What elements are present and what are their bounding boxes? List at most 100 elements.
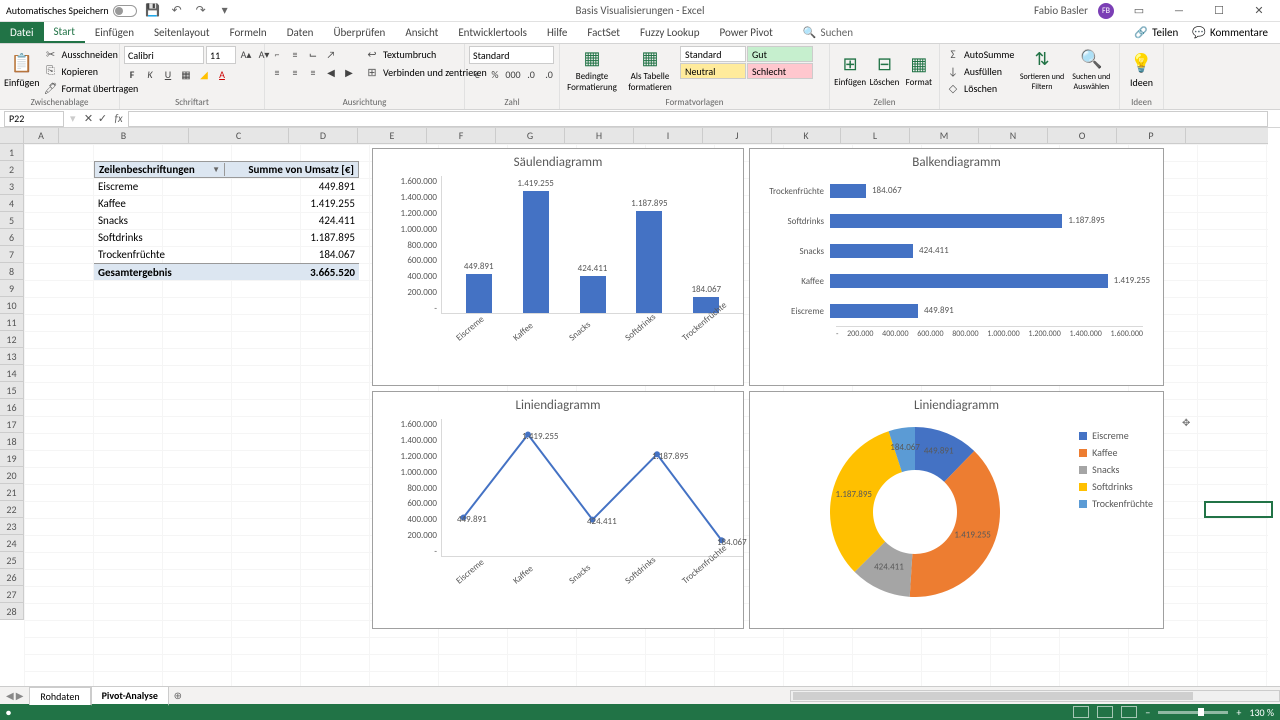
row-header[interactable]: 2	[0, 161, 23, 178]
col-header[interactable]: F	[427, 128, 496, 143]
col-header[interactable]: J	[703, 128, 772, 143]
row-header[interactable]: 21	[0, 484, 23, 501]
line-chart[interactable]: Liniendiagramm 1.600.0001.400.0001.200.0…	[372, 391, 744, 629]
tab-ansicht[interactable]: Ansicht	[395, 22, 448, 43]
font-size-select[interactable]: 11	[206, 46, 236, 64]
align-mid-icon[interactable]: ≡	[287, 46, 303, 62]
col-header[interactable]: G	[496, 128, 565, 143]
increase-font-icon[interactable]: A▴	[238, 46, 254, 62]
align-bot-icon[interactable]: ⌙	[305, 46, 321, 62]
col-header[interactable]: M	[910, 128, 979, 143]
row-header[interactable]: 16	[0, 399, 23, 416]
row-header[interactable]: 27	[0, 586, 23, 603]
ideas-button[interactable]: 💡Ideen	[1124, 46, 1159, 94]
tab-einfuegen[interactable]: Einfügen	[85, 22, 144, 43]
minimize-icon[interactable]: —	[1164, 2, 1194, 20]
select-all-button[interactable]	[0, 128, 24, 144]
cond-format-button[interactable]: ▦Bedingte Formatierung	[564, 46, 620, 94]
tab-powerpivot[interactable]: Power Pivot	[709, 22, 782, 43]
dec-decimal-icon[interactable]: .0	[541, 66, 557, 82]
tab-hilfe[interactable]: Hilfe	[537, 22, 577, 43]
number-format-select[interactable]: Standard	[469, 46, 554, 64]
row-header[interactable]: 9	[0, 280, 23, 297]
col-header[interactable]: E	[358, 128, 427, 143]
style-gut[interactable]: Gut	[747, 46, 813, 62]
share-button[interactable]: 🔗 Teilen	[1128, 24, 1184, 41]
row-header[interactable]: 14	[0, 365, 23, 382]
search-box[interactable]: 🔍 Suchen	[803, 26, 853, 39]
pivot-table[interactable]: Zeilenbeschriftungen▼ Summe von Umsatz […	[94, 161, 359, 280]
align-right-icon[interactable]: ≡	[305, 64, 321, 80]
table-format-button[interactable]: ▦Als Tabelle formatieren	[622, 46, 678, 94]
indent-dec-icon[interactable]: ◀	[323, 64, 339, 80]
paste-button[interactable]: 📋Einfügen	[4, 46, 40, 94]
user-avatar[interactable]: FB	[1098, 3, 1114, 19]
zoom-out-icon[interactable]: −	[1145, 706, 1150, 719]
column-chart[interactable]: Säulendiagramm 1.600.0001.400.0001.200.0…	[372, 148, 744, 386]
row-header[interactable]: 26	[0, 569, 23, 586]
tab-seitenlayout[interactable]: Seitenlayout	[144, 22, 220, 43]
zoom-slider[interactable]	[1158, 711, 1228, 714]
bar-chart[interactable]: Balkendiagramm Trockenfrüchte184.067Soft…	[749, 148, 1164, 386]
record-macro-icon[interactable]: ⏺	[6, 706, 11, 719]
insert-cells-button[interactable]: ⊞Einfügen	[834, 46, 866, 94]
tab-datei[interactable]: Datei	[0, 22, 44, 43]
zoom-level[interactable]: 130 %	[1249, 706, 1274, 719]
row-header[interactable]: 28	[0, 603, 23, 620]
tab-entwicklertools[interactable]: Entwicklertools	[448, 22, 537, 43]
col-header[interactable]: P	[1117, 128, 1186, 143]
col-header[interactable]: H	[565, 128, 634, 143]
format-cells-button[interactable]: ▦Format	[903, 46, 935, 94]
formula-input[interactable]	[128, 111, 1268, 127]
align-left-icon[interactable]: ≡	[269, 64, 285, 80]
donut-chart[interactable]: Liniendiagramm 449.8911.419.255424.4111.…	[749, 391, 1164, 629]
row-header[interactable]: 17	[0, 416, 23, 433]
undo-icon[interactable]: ↶	[169, 3, 185, 19]
enter-icon[interactable]: ✓	[96, 112, 110, 126]
save-icon[interactable]: 💾	[145, 3, 161, 19]
row-header[interactable]: 11	[0, 314, 23, 331]
sort-filter-button[interactable]: ⇅Sortieren und Filtern	[1018, 46, 1065, 94]
orientation-icon[interactable]: ↗	[323, 46, 339, 62]
tab-start[interactable]: Start	[44, 22, 85, 43]
col-header[interactable]: B	[59, 128, 189, 143]
view-break-icon[interactable]	[1121, 706, 1137, 718]
close-icon[interactable]: ✕	[1244, 2, 1274, 20]
col-header[interactable]: I	[634, 128, 703, 143]
row-header[interactable]: 18	[0, 433, 23, 450]
tab-daten[interactable]: Daten	[277, 22, 324, 43]
row-header[interactable]: 10	[0, 297, 23, 314]
row-header[interactable]: 3	[0, 178, 23, 195]
view-normal-icon[interactable]	[1073, 706, 1089, 718]
col-header[interactable]: K	[772, 128, 841, 143]
row-header[interactable]: 13	[0, 348, 23, 365]
tab-fuzzy[interactable]: Fuzzy Lookup	[630, 22, 710, 43]
find-select-button[interactable]: 🔍Suchen und Auswählen	[1068, 46, 1115, 94]
sheet-tab-rohdaten[interactable]: Rohdaten	[29, 687, 90, 705]
row-header[interactable]: 1	[0, 144, 23, 161]
row-header[interactable]: 20	[0, 467, 23, 484]
maximize-icon[interactable]: ☐	[1204, 2, 1234, 20]
worksheet-grid[interactable]: ABCDEFGHIJKLMNOP 12345678910111213141516…	[0, 128, 1280, 686]
sheet-tab-pivot[interactable]: Pivot-Analyse	[91, 686, 169, 706]
indent-inc-icon[interactable]: ▶	[341, 64, 357, 80]
horizontal-scroll[interactable]	[790, 690, 1280, 702]
percent-icon[interactable]: %	[487, 66, 503, 82]
border-icon[interactable]: ▦	[178, 66, 194, 82]
row-header[interactable]: 19	[0, 450, 23, 467]
ribbon-display-icon[interactable]: ▭	[1124, 2, 1154, 20]
col-header[interactable]: N	[979, 128, 1048, 143]
inc-decimal-icon[interactable]: .0	[523, 66, 539, 82]
row-header[interactable]: 23	[0, 518, 23, 535]
name-box[interactable]: P22	[4, 111, 64, 127]
col-header[interactable]: C	[189, 128, 289, 143]
style-neutral[interactable]: Neutral	[680, 63, 746, 79]
currency-icon[interactable]: €	[469, 66, 485, 82]
sheet-nav-last-icon[interactable]: ▶	[16, 689, 24, 702]
tab-ueberpruefen[interactable]: Überprüfen	[323, 22, 395, 43]
underline-icon[interactable]: U	[160, 66, 176, 82]
bold-icon[interactable]: F	[124, 66, 140, 82]
row-header[interactable]: 25	[0, 552, 23, 569]
row-header[interactable]: 12	[0, 331, 23, 348]
font-name-select[interactable]: Calibri	[124, 46, 204, 64]
